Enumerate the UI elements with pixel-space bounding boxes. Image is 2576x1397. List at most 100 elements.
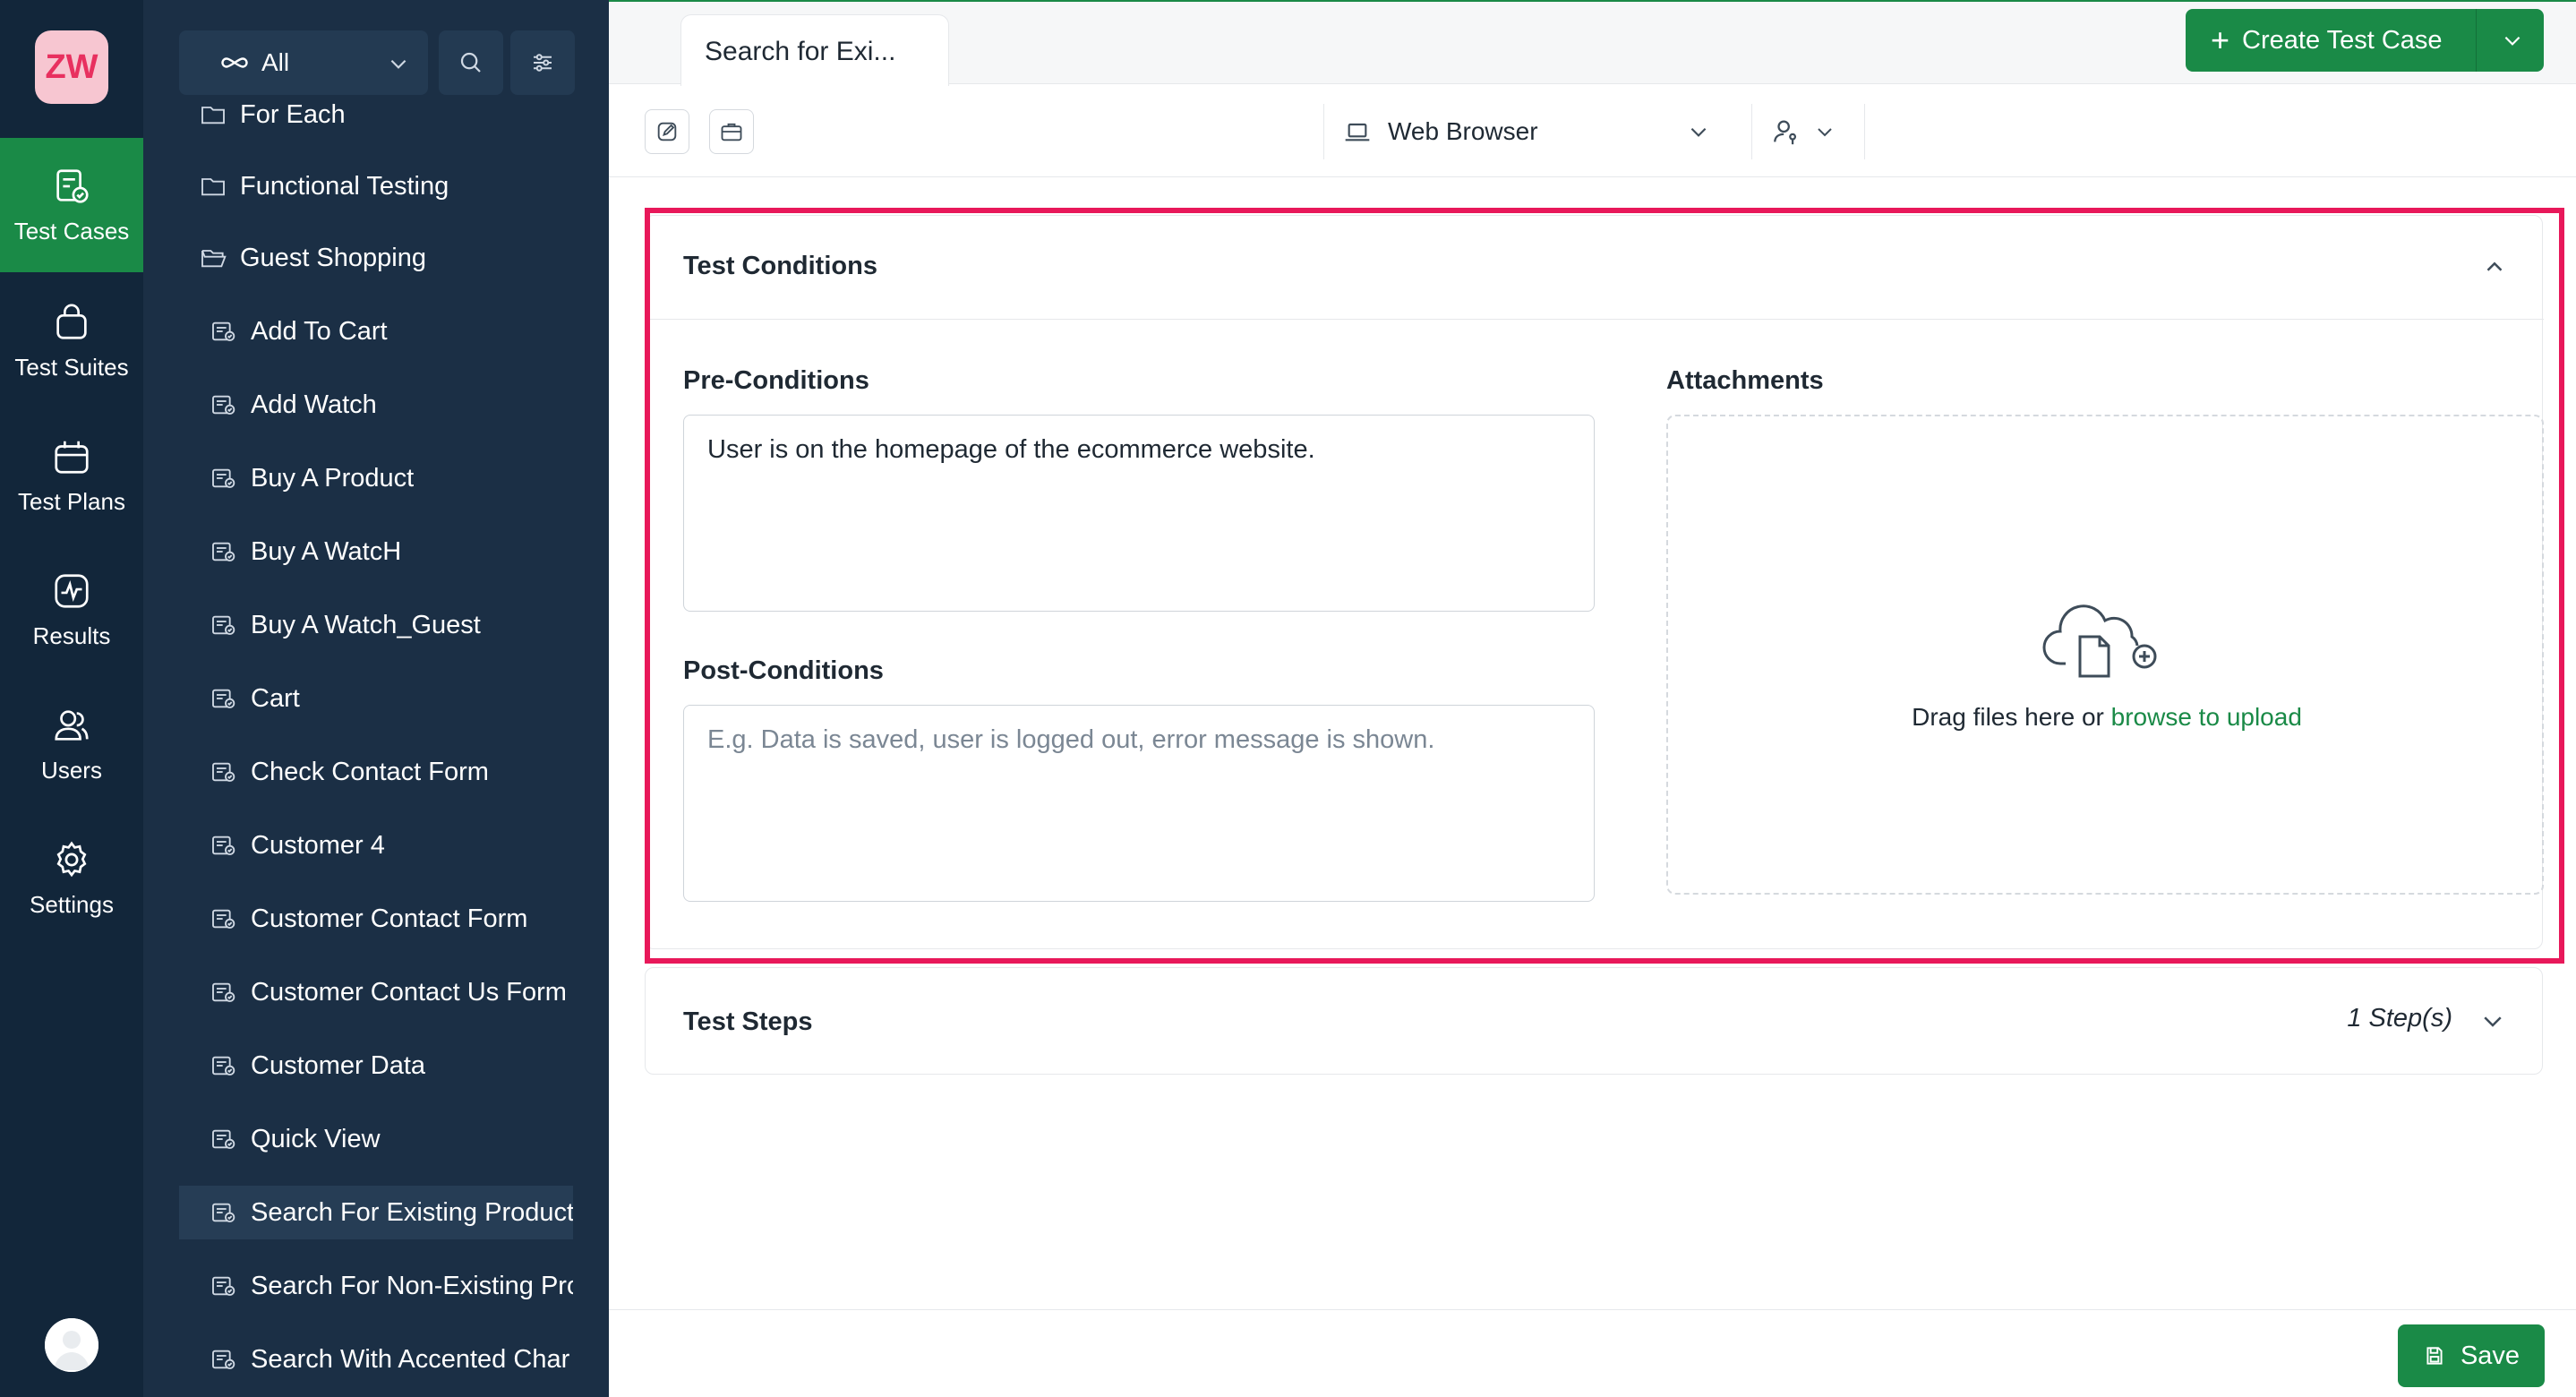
tree-item-label: Quick View (251, 1124, 381, 1153)
folder-open-icon (201, 250, 227, 268)
sliders-icon (534, 54, 552, 72)
infinity-icon (221, 57, 248, 68)
tree-toolbar: All (179, 30, 575, 97)
tree-item-label: Customer 4 (251, 830, 385, 860)
button-divider (2476, 9, 2477, 72)
create-test-case-button[interactable]: + Create Test Case (2186, 9, 2544, 72)
plus-icon: + (2211, 21, 2230, 58)
tree-test-case[interactable]: Customer Contact Form (179, 892, 573, 946)
platform-select[interactable]: Web Browser (1343, 109, 1719, 154)
toolbar-divider (1751, 104, 1752, 159)
tree-test-case[interactable]: Buy A WatcH (179, 525, 573, 579)
tree-item-label: Search With Accented Char (251, 1344, 570, 1374)
filter-dropdown[interactable]: All (179, 30, 428, 95)
tree-item-label: Search For Existing Product (251, 1197, 573, 1227)
rail-item-label: Test Plans (18, 487, 125, 515)
tree-test-case[interactable]: Buy A Product (179, 451, 573, 505)
test-case-icon (212, 615, 235, 635)
test-suites-icon (56, 304, 87, 339)
create-test-case-label: Create Test Case (2242, 25, 2443, 55)
tree-filter-button[interactable] (510, 30, 575, 95)
rail-item-results[interactable]: Results (0, 543, 143, 677)
test-case-icon (212, 909, 235, 929)
tree-test-case[interactable]: Quick View (179, 1112, 573, 1166)
steps-count: 1 Step(s) (2347, 1004, 2452, 1033)
top-bar: Search for Exi... + Create Test Case (609, 0, 2576, 86)
test-case-icon (212, 1203, 235, 1222)
tree-test-case[interactable]: Search With Accented Char (179, 1333, 573, 1386)
chevron-down-icon[interactable] (2479, 1007, 2506, 1034)
filter-value: All (261, 48, 290, 76)
test-case-icon (212, 1350, 235, 1369)
tree-test-case[interactable]: Add To Cart (179, 304, 573, 358)
chevron-down-icon[interactable] (2501, 29, 2524, 52)
tree-item-label: Customer Contact Us Form (251, 977, 567, 1007)
tree-test-case[interactable]: Search For Existing Product (179, 1186, 573, 1239)
tree-item-label: Add Watch (251, 390, 377, 419)
tree-test-case[interactable]: Check Contact Form (179, 745, 573, 799)
test-case-icon (212, 1056, 235, 1076)
save-button[interactable]: Save (2398, 1324, 2545, 1387)
tree-folder[interactable]: Guest Shopping (179, 231, 573, 285)
test-case-icon (212, 689, 235, 708)
toolbar-divider (1864, 104, 1865, 159)
tree-test-case[interactable]: Customer Contact Us Form (179, 965, 573, 1019)
tree-item-label: Buy A Watch_Guest (251, 610, 481, 639)
tree-item-label: Cart (251, 683, 300, 713)
test-case-icon (212, 321, 235, 341)
test-plans-icon (55, 441, 89, 474)
rail-item-label: Results (32, 621, 111, 649)
chevron-down-icon (390, 59, 407, 69)
test-case-tree: All For Each Functional Testing Guest Shop… (143, 0, 609, 1397)
editor-toolbar: Web Browser (609, 84, 2576, 177)
tab-current-test-case[interactable]: Search for Exi... (680, 14, 949, 86)
tree-test-case[interactable]: Search For Non-Existing Pro (179, 1259, 573, 1313)
rail-item-label: Test Cases (13, 217, 130, 244)
bottom-bar: Save (609, 1309, 2576, 1397)
avatar[interactable] (45, 1318, 98, 1372)
tree-test-case[interactable]: Cart (179, 672, 573, 725)
rail-item-test-suites[interactable]: Test Suites (0, 274, 143, 408)
tree-item-label: Buy A WatcH (251, 536, 402, 566)
rail-item-users[interactable]: Users (0, 677, 143, 811)
tree-item-label: Search For Non-Existing Pro (251, 1271, 573, 1300)
tree-item-label: Guest Shopping (240, 243, 426, 272)
test-case-icon (212, 1276, 235, 1296)
tree-test-case[interactable]: Buy A Watch_Guest (179, 598, 573, 652)
tree-item-label: Check Contact Form (251, 757, 489, 786)
rail-item-label: Settings (30, 890, 114, 918)
tree-search-button[interactable] (439, 30, 503, 95)
platform-value: Web Browser (1388, 117, 1538, 145)
save-icon (2426, 1347, 2443, 1365)
rail-item-label: Test Suites (14, 353, 129, 381)
rail-item-test-cases[interactable]: Test Cases (0, 138, 143, 272)
folder-icon (201, 178, 225, 196)
test-case-icon (212, 762, 235, 782)
tree-test-case[interactable]: Add Watch (179, 378, 573, 432)
users-icon (55, 709, 89, 741)
tree-item-label: Functional Testing (240, 171, 449, 201)
test-case-icon (212, 468, 235, 488)
test-case-icon (212, 982, 235, 1002)
app-logo[interactable]: ZW (35, 30, 108, 104)
tree-folder[interactable]: Functional Testing (179, 159, 573, 213)
results-icon (55, 573, 89, 608)
rail-item-test-plans[interactable]: Test Plans (0, 408, 143, 543)
assignee-select[interactable] (1771, 111, 1852, 152)
test-steps-panel[interactable]: Test Steps 1 Step(s) (645, 967, 2543, 1075)
left-rail: ZW Test Cases Test Suites Test Plans Res… (0, 0, 143, 1397)
rail-item-settings[interactable]: Settings (0, 811, 143, 946)
test-steps-title: Test Steps (683, 1007, 813, 1036)
tree-test-case[interactable]: Customer 4 (179, 818, 573, 872)
user-key-icon (1774, 120, 1797, 145)
folder-icon (201, 107, 225, 124)
test-cases-icon (56, 168, 89, 203)
edit-button[interactable] (645, 109, 689, 154)
tree-item-label: Customer Data (251, 1050, 426, 1080)
tree-folder[interactable]: For Each (179, 88, 573, 141)
toolbar-divider (1323, 104, 1324, 159)
briefcase-button[interactable] (709, 109, 754, 154)
tree-test-case[interactable]: Customer Data (179, 1039, 573, 1093)
tree-item-label: Customer Contact Form (251, 904, 528, 933)
rail-item-label: Users (41, 756, 102, 784)
